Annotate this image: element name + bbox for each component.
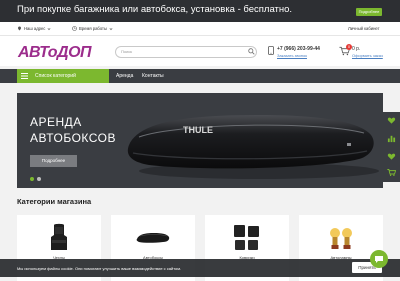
checkout-link[interactable]: Оформить заказ — [352, 53, 383, 58]
cookie-text: Мы используем файлы cookie. Они помогают… — [17, 266, 182, 271]
nav-link-rent[interactable]: Аренда — [116, 73, 133, 79]
cart-total: 0 р. — [352, 46, 361, 52]
heart-icon[interactable] — [387, 152, 396, 161]
search-input[interactable]: Поиск — [115, 46, 257, 58]
chat-icon — [375, 256, 383, 263]
phone-number[interactable]: +7 (966) 203-99-44 — [277, 46, 320, 52]
hero-title-line2: АВТОБОКСОВ — [30, 131, 116, 145]
nav-link-contacts[interactable]: Контакты — [142, 73, 164, 79]
seat-cover-image — [51, 223, 67, 250]
promo-more-button[interactable]: Подробнее — [356, 8, 382, 16]
address-label: Наш адрес — [24, 26, 46, 31]
menu-icon — [21, 73, 28, 79]
brand-text: THULE — [183, 125, 213, 135]
catalog-menu-button[interactable]: Список категорий — [17, 69, 109, 83]
hero-more-button[interactable]: Подробнее — [30, 155, 77, 167]
hero-banner[interactable]: АРЕНДА АВТОБОКСОВ Подробнее THULE — [17, 93, 383, 188]
account-label: Личный кабинет — [348, 26, 380, 31]
promo-text: При покупке багажника или автобокса, уст… — [17, 4, 293, 15]
location-pin-icon — [18, 26, 21, 31]
top-info-bar — [0, 22, 400, 36]
address-link[interactable]: Наш адрес — [17, 26, 51, 31]
heart-icon[interactable] — [387, 116, 396, 125]
chat-button[interactable] — [370, 250, 388, 268]
svg-text:АВТоДОП: АВТоДОП — [17, 44, 92, 60]
search-icon[interactable] — [248, 48, 255, 55]
hero-title-line1: АРЕНДА — [30, 115, 82, 129]
logo[interactable]: АВТоДОП — [17, 42, 101, 60]
chevron-down-icon — [47, 27, 51, 30]
hours-link[interactable]: Время работы — [72, 26, 113, 31]
cart-icon[interactable] — [387, 168, 396, 177]
compare-icon[interactable] — [387, 134, 396, 143]
floor-mats-image — [234, 225, 259, 250]
lamps-image — [330, 228, 352, 249]
slider-dot[interactable] — [37, 177, 41, 181]
account-link[interactable]: Личный кабинет — [348, 26, 380, 31]
roof-box-thumb — [136, 233, 170, 243]
catalog-label: Список категорий — [35, 73, 76, 79]
phone-icon — [268, 46, 274, 55]
categories-title: Категории магазина — [17, 197, 92, 206]
chevron-down-icon — [109, 27, 113, 30]
slider-dot-active[interactable] — [30, 177, 34, 181]
clock-icon — [72, 26, 77, 31]
callback-link[interactable]: Заказать звонок — [277, 53, 307, 58]
roof-box-image: THULE — [127, 115, 379, 179]
hours-label: Время работы — [79, 26, 107, 31]
